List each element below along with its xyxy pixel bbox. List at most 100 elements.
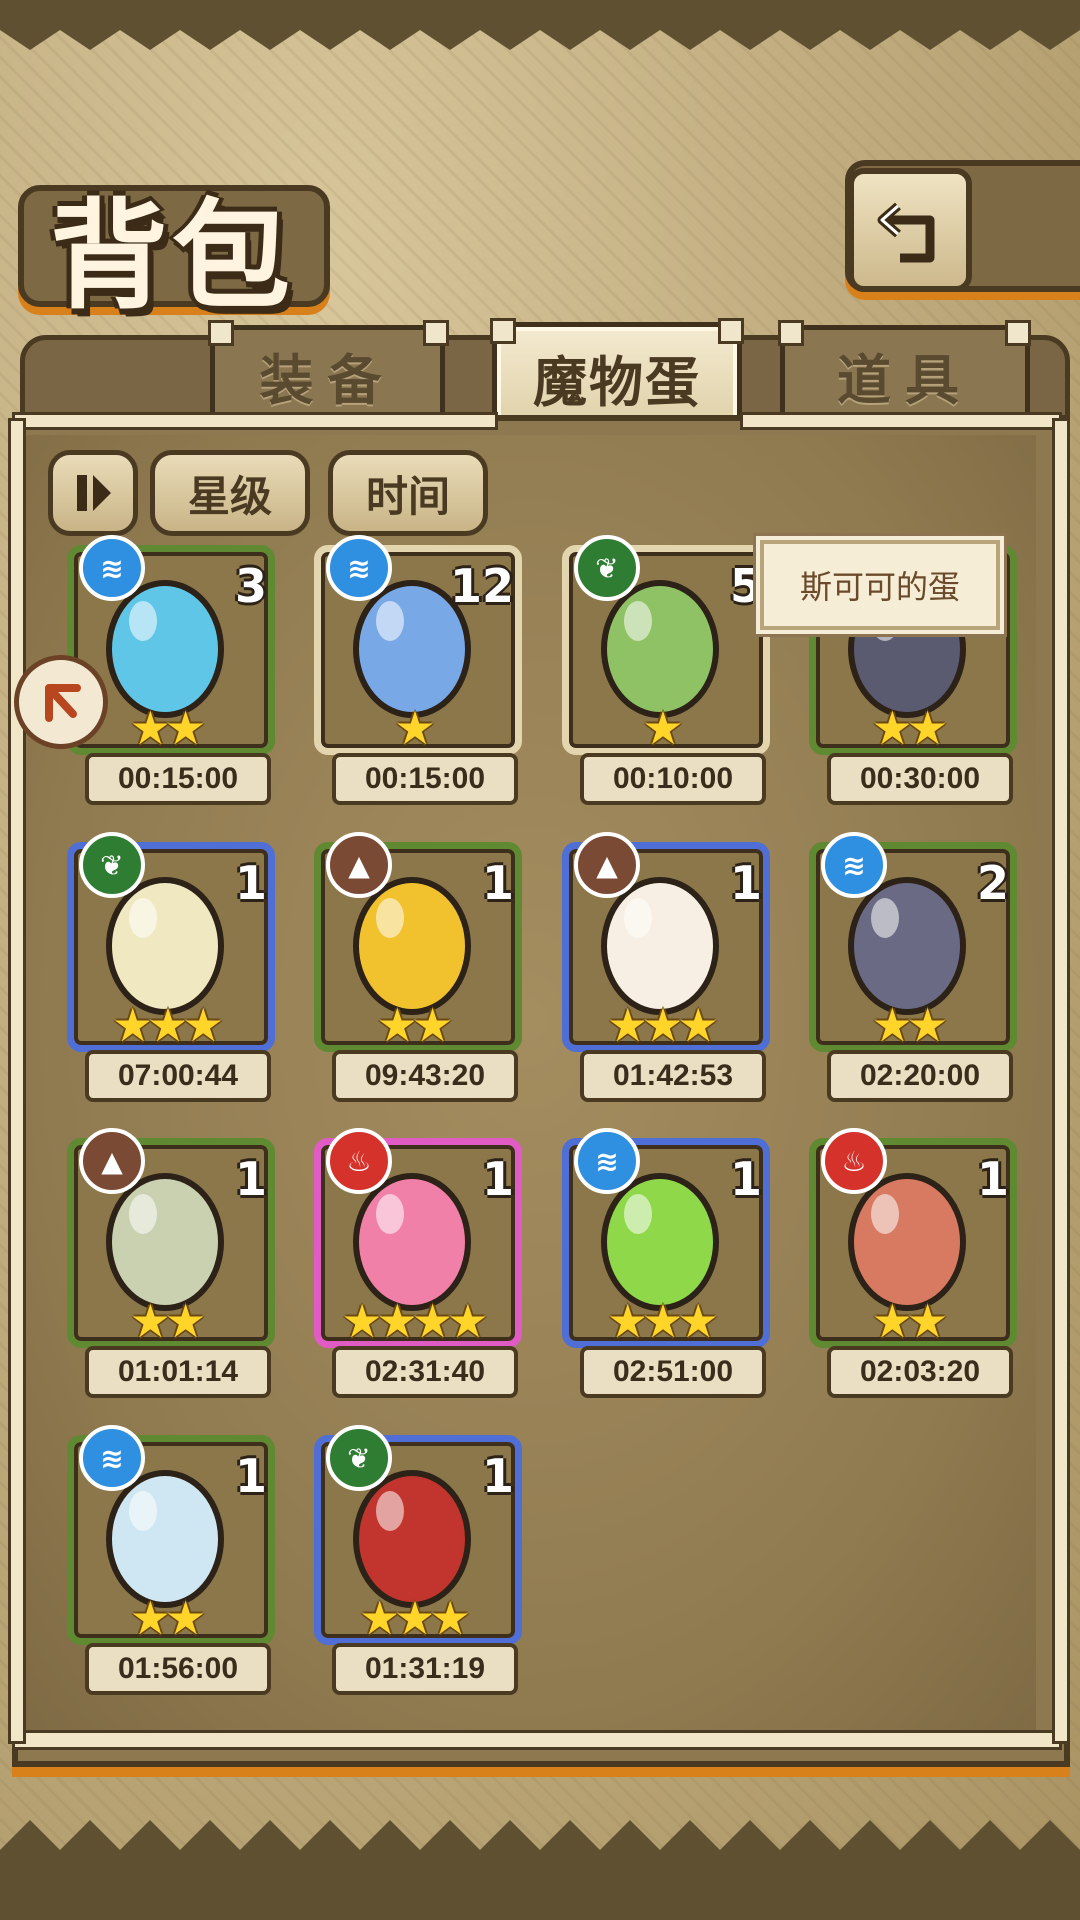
panel-frame-top — [740, 412, 1062, 430]
diagonal-arrow-icon — [45, 684, 81, 722]
star-rating: ★ — [292, 701, 532, 755]
egg-card[interactable]: ♨ 1 ★★ 02:03:20 — [787, 1128, 1027, 1408]
return-icon — [877, 202, 935, 263]
bottom-zigzag-border — [0, 1820, 1080, 1920]
hatch-timer: 00:30:00 — [827, 753, 1013, 805]
fire-element-icon: ♨ — [821, 1128, 887, 1194]
sort-by-time-button[interactable]: 时间 — [328, 450, 488, 536]
star-icon: ★ — [165, 701, 206, 755]
egg-count: 1 — [234, 856, 267, 910]
star-icon: ★ — [907, 998, 948, 1052]
star-icon: ★ — [677, 1294, 719, 1348]
star-icon: ★ — [394, 1591, 435, 1645]
star-icon: ★ — [607, 998, 648, 1052]
tab-corner — [490, 318, 516, 344]
star-rating: ★★★★ — [292, 1294, 532, 1348]
tab-equipment[interactable]: 装备 — [210, 325, 445, 425]
egg-count: 1 — [234, 1449, 267, 1503]
egg-count: 1 — [481, 1449, 514, 1503]
tab-corner — [423, 320, 449, 346]
panel-frame-left — [8, 418, 26, 1744]
hatch-timer: 07:00:44 — [85, 1050, 271, 1102]
egg-count: 1 — [729, 856, 762, 910]
egg-count: 1 — [234, 1152, 267, 1206]
tab-corner — [778, 320, 804, 346]
star-rating: ★★★ — [540, 998, 780, 1052]
star-rating: ★★ — [45, 1591, 285, 1645]
sort-toggle-button[interactable] — [48, 450, 138, 536]
egg-count: 5 — [729, 559, 762, 613]
hatch-timer: 00:15:00 — [332, 753, 518, 805]
egg-count: 1 — [481, 856, 514, 910]
sort-by-star-button[interactable]: 星级 — [150, 450, 310, 536]
water-element-icon: ≋ — [79, 535, 145, 601]
egg-card[interactable]: ≋ 1 ★★★ 02:51:00 — [540, 1128, 780, 1408]
egg-card[interactable]: ▲ 1 ★★ 09:43:20 — [292, 832, 532, 1112]
egg-count: 1 — [481, 1152, 514, 1206]
side-arrow-button[interactable] — [14, 655, 108, 749]
tab-corner — [1005, 320, 1031, 346]
page-title: 背包 — [50, 186, 295, 325]
hatch-timer: 09:43:20 — [332, 1050, 518, 1102]
star-icon: ★ — [607, 1294, 648, 1348]
pause-sort-icon — [77, 475, 111, 511]
top-zigzag-border — [0, 0, 1080, 50]
star-rating: ★ — [540, 701, 780, 755]
earth-element-icon: ▲ — [326, 832, 392, 898]
star-icon: ★ — [182, 998, 224, 1052]
tab-corner — [208, 320, 234, 346]
hatch-timer: 02:51:00 — [580, 1346, 766, 1398]
water-element-icon: ≋ — [326, 535, 392, 601]
hatch-timer: 02:20:00 — [827, 1050, 1013, 1102]
panel-frame-top — [12, 412, 498, 430]
egg-card[interactable]: ≋ 2 ★★ 02:20:00 — [787, 832, 1027, 1112]
star-icon: ★ — [129, 701, 171, 755]
star-icon: ★ — [412, 998, 453, 1052]
tab-equipment-label: 装备 — [259, 347, 396, 412]
star-icon: ★ — [642, 1294, 683, 1348]
egg-card[interactable]: ▲ 1 ★★ 01:01:14 — [45, 1128, 285, 1408]
egg-card[interactable]: ❦ 5 ★ 00:10:00 — [540, 535, 780, 815]
hatch-timer: 00:10:00 — [580, 753, 766, 805]
star-rating: ★★ — [787, 998, 1027, 1052]
star-icon: ★ — [165, 1294, 206, 1348]
hatch-timer: 01:31:19 — [332, 1643, 518, 1695]
panel-frame-bottom — [12, 1730, 1062, 1750]
star-rating: ★★★ — [45, 998, 285, 1052]
grass-element-icon: ❦ — [326, 1425, 392, 1491]
star-icon: ★ — [359, 1591, 400, 1645]
hatch-timer: 00:15:00 — [85, 753, 271, 805]
star-icon: ★ — [447, 1294, 488, 1348]
water-element-icon: ≋ — [79, 1425, 145, 1491]
grass-element-icon: ❦ — [79, 832, 145, 898]
egg-card[interactable]: ❦ 1 ★★★ 01:31:19 — [292, 1425, 532, 1705]
star-icon: ★ — [394, 701, 435, 755]
hatch-timer: 02:03:20 — [827, 1346, 1013, 1398]
earth-element-icon: ▲ — [79, 1128, 145, 1194]
egg-card[interactable]: ▲ 1 ★★★ 01:42:53 — [540, 832, 780, 1112]
star-rating: ★★★ — [292, 1591, 532, 1645]
water-element-icon: ≋ — [574, 1128, 640, 1194]
star-rating: ★★ — [292, 998, 532, 1052]
star-icon: ★ — [642, 701, 683, 755]
star-icon: ★ — [907, 701, 948, 755]
star-icon: ★ — [129, 1591, 171, 1645]
star-icon: ★ — [871, 701, 913, 755]
tab-items[interactable]: 道具 — [780, 325, 1030, 425]
egg-card[interactable]: ≋ 1 ★★ 01:56:00 — [45, 1425, 285, 1705]
back-button[interactable] — [848, 168, 972, 292]
star-rating: ★★ — [787, 701, 1027, 755]
egg-count: 1 — [729, 1152, 762, 1206]
star-icon: ★ — [341, 1294, 383, 1348]
egg-card[interactable]: ♨ 1 ★★★★ 02:31:40 — [292, 1128, 532, 1408]
star-icon: ★ — [871, 998, 913, 1052]
panel-frame-right — [1052, 418, 1070, 1744]
star-icon: ★ — [376, 1294, 418, 1348]
egg-card[interactable]: ≋ 12 ★ 00:15:00 — [292, 535, 532, 815]
egg-card[interactable]: ❦ 1 ★★★ 07:00:44 — [45, 832, 285, 1112]
hatch-timer: 02:31:40 — [332, 1346, 518, 1398]
star-icon: ★ — [147, 998, 188, 1052]
star-rating: ★★ — [45, 1294, 285, 1348]
star-icon: ★ — [112, 998, 153, 1052]
egg-count: 3 — [234, 559, 267, 613]
